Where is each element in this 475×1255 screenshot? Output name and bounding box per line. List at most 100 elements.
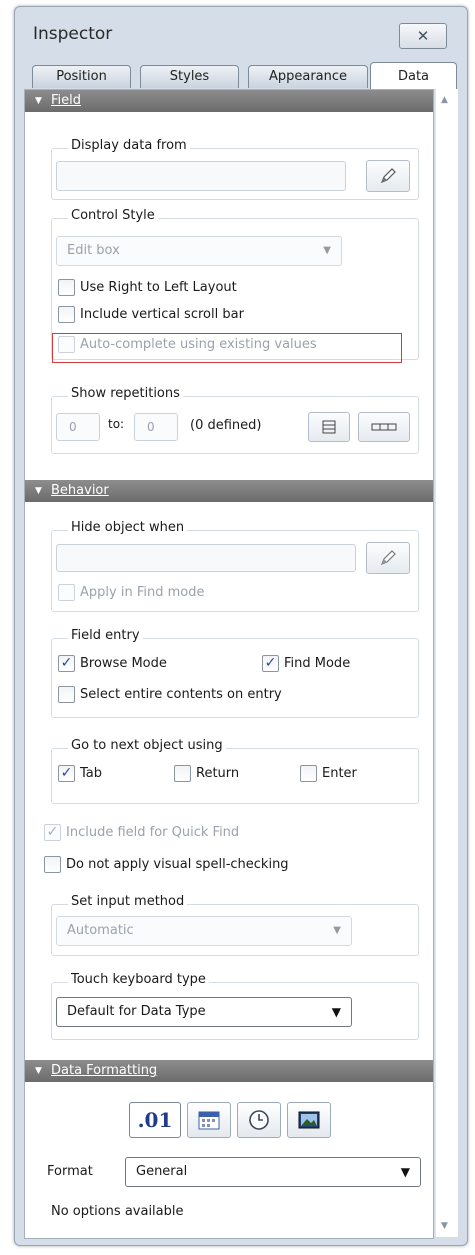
next-tab-checkbox[interactable]: ✓ Tab [58, 762, 102, 784]
chevron-down-icon: ▼ [331, 1005, 341, 1019]
checkbox-box[interactable] [58, 685, 75, 703]
input-method-value: Automatic [67, 923, 134, 938]
section-data-formatting-header[interactable]: ▼ Data Formatting [25, 1060, 433, 1082]
checkbox-box[interactable] [174, 764, 191, 782]
repetitions-vertical-button[interactable] [308, 412, 350, 442]
repetitions-to-label: to: [108, 417, 125, 431]
image-icon [298, 1111, 320, 1129]
pencil-icon [380, 550, 396, 566]
control-style-select[interactable]: Edit box ▼ [56, 236, 342, 266]
browse-mode-label: Browse Mode [80, 655, 167, 671]
tab-appearance[interactable]: Appearance [248, 65, 368, 88]
display-data-from-field[interactable] [56, 161, 346, 191]
graphic-format-button[interactable] [287, 1102, 331, 1138]
browse-mode-checkbox[interactable]: ✓ Browse Mode [58, 652, 167, 674]
input-method-select[interactable]: Automatic ▼ [56, 916, 352, 946]
section-data-formatting-label: Data Formatting [51, 1063, 158, 1078]
number-format-label: .01 [137, 1108, 173, 1132]
use-rtl-checkbox[interactable]: Use Right to Left Layout [58, 276, 237, 298]
title-bar: Inspector ✕ [15, 7, 467, 59]
quick-find-checkbox[interactable]: ✓ Include field for Quick Find [44, 821, 239, 843]
format-select[interactable]: General ▼ [125, 1157, 421, 1187]
inspector-content: ▼ Field Display data from Control Style … [24, 89, 434, 1239]
hide-object-label: Hide object when [68, 520, 188, 535]
touch-keyboard-group: Touch keyboard type Default for Data Typ… [51, 972, 419, 1040]
checkbox-box[interactable] [58, 278, 75, 296]
section-behavior-header[interactable]: ▼ Behavior [25, 480, 433, 502]
next-enter-checkbox[interactable]: Enter [300, 762, 357, 784]
format-value: General [136, 1164, 188, 1179]
clock-icon [249, 1110, 269, 1130]
touch-keyboard-value: Default for Data Type [67, 1004, 206, 1019]
hide-object-edit-button[interactable] [366, 542, 410, 574]
checkbox-box[interactable] [44, 855, 61, 873]
use-rtl-label: Use Right to Left Layout [80, 279, 237, 295]
display-data-from-label: Display data from [68, 138, 190, 153]
vertical-scrollbar[interactable]: ▲ ▼ [435, 89, 458, 1237]
calendar-icon [198, 1111, 220, 1130]
chevron-down-icon: ▼ [333, 925, 341, 936]
checkbox-box[interactable] [58, 583, 75, 601]
next-return-checkbox[interactable]: Return [174, 762, 239, 784]
section-field-header[interactable]: ▼ Field [25, 90, 433, 112]
collapse-arrow-icon: ▼ [35, 96, 42, 106]
control-style-value: Edit box [67, 243, 120, 258]
quick-find-label: Include field for Quick Find [66, 824, 240, 840]
repetitions-horizontal-button[interactable] [358, 412, 410, 442]
scroll-up-icon[interactable]: ▲ [441, 95, 448, 105]
chevron-down-icon: ▼ [400, 1165, 410, 1179]
checkbox-box[interactable] [58, 335, 75, 353]
display-data-from-edit-button[interactable] [366, 160, 410, 192]
no-options-text: No options available [51, 1204, 184, 1219]
inspector-tabs: Position Styles Appearance Data [25, 62, 457, 90]
tab-data[interactable]: Data [370, 62, 457, 89]
find-mode-label: Find Mode [284, 655, 351, 671]
number-format-button[interactable]: .01 [129, 1102, 181, 1138]
chevron-down-icon: ▼ [323, 245, 331, 256]
apply-find-checkbox[interactable]: Apply in Find mode [58, 581, 204, 603]
select-entire-label: Select entire contents on entry [80, 686, 282, 702]
section-field-label: Field [51, 93, 82, 108]
checkbox-box[interactable] [58, 305, 75, 323]
apply-find-label: Apply in Find mode [80, 584, 205, 600]
format-label: Format [47, 1164, 93, 1179]
checkbox-box[interactable]: ✓ [58, 764, 75, 782]
touch-keyboard-label: Touch keyboard type [68, 972, 209, 987]
time-format-button[interactable] [237, 1102, 281, 1138]
input-method-group: Set input method Automatic ▼ [51, 894, 419, 956]
tab-styles[interactable]: Styles [140, 65, 239, 88]
checkbox-box[interactable]: ✓ [44, 823, 61, 841]
hide-object-field[interactable] [56, 544, 356, 572]
close-icon: ✕ [416, 27, 430, 45]
inspector-window: Inspector ✕ Position Styles Appearance D… [14, 6, 468, 1246]
close-button[interactable]: ✕ [399, 23, 447, 49]
field-entry-group: Field entry ✓ Browse Mode ✓ Find Mode Se… [51, 628, 419, 718]
find-mode-checkbox[interactable]: ✓ Find Mode [262, 652, 350, 674]
checkbox-box[interactable]: ✓ [58, 654, 75, 672]
autocomplete-checkbox[interactable]: Auto-complete using existing values [58, 333, 317, 355]
select-entire-checkbox[interactable]: Select entire contents on entry [58, 683, 282, 705]
go-to-next-group: Go to next object using ✓ Tab Return Ent… [51, 738, 419, 804]
checkbox-box[interactable] [300, 764, 317, 782]
vertical-scroll-label: Include vertical scroll bar [80, 306, 244, 322]
tab-position[interactable]: Position [32, 65, 131, 88]
scroll-down-icon[interactable]: ▼ [441, 1221, 448, 1231]
repetitions-from-field[interactable]: 0 [56, 413, 100, 441]
spell-check-checkbox[interactable]: Do not apply visual spell-checking [44, 853, 289, 875]
autocomplete-label: Auto-complete using existing values [80, 336, 317, 352]
repetitions-to-field[interactable]: 0 [134, 413, 178, 441]
field-entry-label: Field entry [68, 628, 143, 643]
touch-keyboard-select[interactable]: Default for Data Type ▼ [56, 997, 352, 1027]
window-title: Inspector [33, 24, 113, 44]
hide-object-group: Hide object when Apply in Find mode [51, 520, 419, 612]
date-format-button[interactable] [187, 1102, 231, 1138]
show-repetitions-label: Show repetitions [68, 386, 183, 401]
vertical-list-icon [322, 420, 336, 434]
checkbox-box[interactable]: ✓ [262, 654, 279, 672]
repetitions-defined-text: (0 defined) [190, 418, 262, 433]
vertical-scroll-checkbox[interactable]: Include vertical scroll bar [58, 303, 244, 325]
control-style-label: Control Style [68, 208, 158, 223]
go-to-next-label: Go to next object using [68, 738, 226, 753]
control-style-group: Control Style Edit box ▼ Use Right to Le… [51, 208, 419, 360]
section-behavior-label: Behavior [51, 483, 109, 498]
